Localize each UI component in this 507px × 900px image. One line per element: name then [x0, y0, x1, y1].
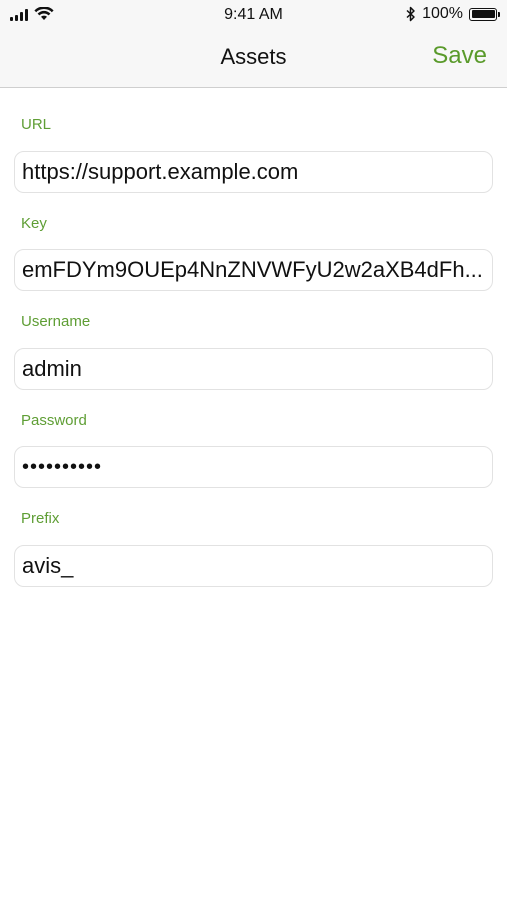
username-label: Username [21, 313, 91, 330]
page-title: Assets [220, 44, 287, 69]
key-field[interactable]: emFDYm9OUEp4NnZNVWFyU2w2aXB4dFh... [14, 249, 493, 291]
prefix-field[interactable]: avis_ [14, 545, 493, 587]
password-field[interactable]: •••••••••• [14, 446, 493, 488]
battery-icon [469, 7, 500, 21]
url-field[interactable]: https://support.example.com [14, 151, 493, 193]
status-bar-right: 100% [406, 5, 500, 23]
battery-fill [471, 10, 495, 18]
key-label: Key [21, 215, 47, 232]
username-field[interactable]: admin [14, 348, 493, 390]
prefix-label: Prefix [21, 510, 60, 527]
battery-percent: 100% [422, 5, 463, 22]
url-label: URL [21, 116, 52, 133]
password-label: Password [21, 412, 87, 429]
save-button[interactable]: Save [432, 42, 487, 70]
bluetooth-icon [406, 6, 415, 22]
status-bar: 9:41 AM 100% [0, 0, 507, 30]
screen: 9:41 AM 100% Assets Save URL https://sup… [0, 0, 507, 900]
navigation-bar: Assets Save [0, 30, 507, 88]
